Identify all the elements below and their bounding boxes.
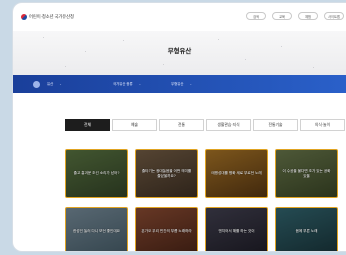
card-title: 이 수공을 볼다면 조가 있는 공화 있을 — [282, 168, 331, 178]
top-utility-buttons: 검색 교육 체험 사이트맵 — [246, 12, 344, 20]
card-title: 음에 부른 노래 — [295, 229, 318, 234]
heritage-card[interactable]: 음에 부른 노래 — [275, 207, 338, 251]
breadcrumb: 유산 ⌄ 국가유산 종류 ⌄ 무형유산 ⌄ — [13, 75, 346, 93]
breadcrumb-item[interactable]: 유산 ⌄ — [47, 81, 62, 87]
breadcrumb-item[interactable]: 국가유산 종류 ⌄ — [113, 81, 142, 87]
decor-dot — [313, 67, 315, 69]
top-button-education[interactable]: 교육 — [272, 12, 292, 20]
card-title: 온가오 우리 민간의 부릅 노래하라 — [141, 229, 192, 234]
heritage-card[interactable]: 줄고 흥겨운 조선 소리가 났어? — [65, 149, 128, 198]
browser-window: 어린이·청소년 국가유산청 검색 교육 체험 사이트맵 무형유산 유산 ⌄ 국가유… — [13, 3, 346, 251]
decor-dot — [218, 39, 220, 41]
site-logo[interactable]: 어린이·청소년 국가유산청 — [21, 14, 74, 20]
heritage-card[interactable]: 태평성대를 평화 세로 부르던 노래 — [205, 149, 268, 198]
top-button-experience[interactable]: 체험 — [298, 12, 318, 20]
card-title: 줄타기는 광대놀음을 어떤 의미를 줄었을까요? — [141, 168, 192, 178]
heritage-card[interactable]: 온가오 우리 민간의 부릅 노래하라 — [135, 207, 198, 251]
category-tabs: 전체 예술 전통 생활관습·지식 전통기술 의식·놀이 — [65, 119, 345, 131]
tab-craft[interactable]: 전통기술 — [253, 119, 298, 131]
top-button-search[interactable]: 검색 — [246, 12, 266, 20]
heritage-card[interactable]: 줄타기는 광대놀음을 어떤 의미를 줄었을까요? — [135, 149, 198, 198]
heritage-card[interactable]: 엔지어서 해를 하는 것이 — [205, 207, 268, 251]
decor-dot — [245, 59, 247, 61]
chevron-down-icon: ⌄ — [138, 81, 142, 86]
tab-customs-knowledge[interactable]: 생활관습·지식 — [206, 119, 251, 131]
decor-dot — [123, 40, 125, 42]
chevron-down-icon: ⌄ — [189, 81, 193, 86]
top-header: 어린이·청소년 국가유산청 검색 교육 체험 사이트맵 — [13, 3, 346, 31]
hero-banner: 무형유산 — [13, 31, 346, 75]
heritage-card[interactable]: 한성인 놀러 다니 보던 좋인데요 — [65, 207, 128, 251]
tab-arts[interactable]: 예술 — [112, 119, 157, 131]
decor-dot — [163, 64, 165, 66]
heritage-card-grid: 줄고 흥겨운 조선 소리가 났어? 줄타기는 광대놀음을 어떤 의미를 줄었을까… — [65, 149, 338, 251]
logo-emblem-icon — [21, 14, 27, 20]
chevron-down-icon: ⌄ — [59, 81, 62, 86]
decor-dot — [65, 66, 67, 68]
tab-all[interactable]: 전체 — [65, 119, 110, 131]
decor-dot — [43, 37, 45, 39]
tab-traditional[interactable]: 전통 — [159, 119, 204, 131]
breadcrumb-item[interactable]: 무형유산 ⌄ — [171, 81, 193, 87]
page-title: 무형유산 — [167, 48, 192, 55]
top-button-sitemap[interactable]: 사이트맵 — [324, 12, 344, 20]
card-title: 한성인 놀러 다니 보던 좋인데요 — [73, 229, 120, 234]
card-title: 태평성대를 평화 세로 부르던 노래 — [211, 171, 262, 176]
home-icon[interactable] — [33, 80, 40, 88]
logo-text: 어린이·청소년 국가유산청 — [29, 14, 74, 19]
card-title: 줄고 흥겨운 조선 소리가 났어? — [73, 171, 120, 176]
tab-rituals-games[interactable]: 의식·놀이 — [300, 119, 345, 131]
card-title: 엔지어서 해를 하는 것이 — [218, 229, 255, 234]
heritage-card[interactable]: 이 수공을 볼다면 조가 있는 공화 있을 — [275, 149, 338, 198]
